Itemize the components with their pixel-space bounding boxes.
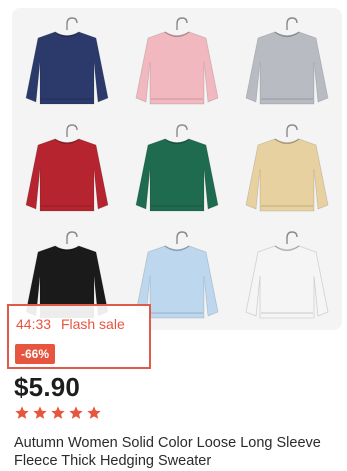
discount-badge: -66% — [15, 344, 56, 364]
flash-sale-box: 44:33 Flash sale -66% — [7, 304, 151, 369]
sweater-grid-image — [25, 17, 329, 319]
sweater-item — [245, 231, 329, 319]
product-card[interactable]: 44:33 Flash sale -66% $5.90 Autumn Women… — [0, 0, 347, 471]
star-icon — [32, 405, 48, 421]
star-icon — [50, 405, 66, 421]
flash-sale-timer: 44:33 — [16, 316, 52, 332]
sweater-item — [245, 17, 329, 105]
star-icon — [68, 405, 84, 421]
star-icon — [86, 405, 102, 421]
product-title[interactable]: Autumn Women Solid Color Loose Long Slee… — [14, 434, 339, 470]
flash-sale-label: Flash sale — [60, 316, 125, 332]
sweater-item — [25, 17, 109, 105]
flash-sale-row: 44:33 Flash sale — [16, 316, 125, 332]
product-price: $5.90 — [14, 372, 81, 402]
sweater-item — [135, 124, 219, 212]
rating-stars — [14, 405, 102, 421]
product-image[interactable] — [12, 8, 342, 330]
sweater-item — [25, 124, 109, 212]
sweater-item — [135, 17, 219, 105]
star-icon — [14, 405, 30, 421]
sweater-item — [245, 124, 329, 212]
